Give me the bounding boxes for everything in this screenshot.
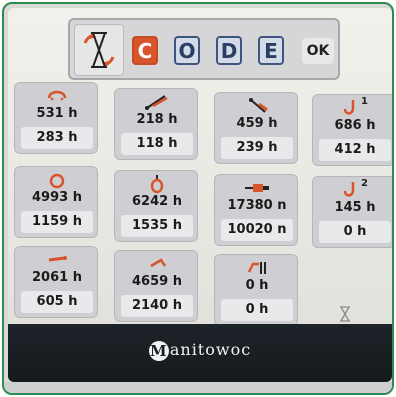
logo-mark: M bbox=[148, 340, 169, 361]
logo-text: anitowoc bbox=[169, 340, 252, 359]
total-hours: 218 h bbox=[136, 112, 178, 127]
auxiliary-hook-icon bbox=[343, 182, 355, 197]
reset-hours-button[interactable] bbox=[74, 24, 124, 76]
total-hours: 4659 h bbox=[132, 274, 182, 289]
partial-hours: 118 h bbox=[121, 133, 193, 155]
hoist-rope-icon bbox=[47, 90, 67, 101]
hydraulic-cylinder-icon bbox=[245, 184, 269, 192]
counter-tile[interactable]: 4659 h 2140 h bbox=[114, 250, 198, 322]
total-hours: 0 h bbox=[245, 278, 269, 293]
manitowoc-logo: Manitowoc bbox=[8, 340, 392, 361]
total-cycles: 17380 n bbox=[227, 198, 287, 213]
partial-hours: 1535 h bbox=[121, 215, 193, 237]
code-key-c[interactable]: C bbox=[132, 36, 158, 65]
outrigger-icon bbox=[48, 256, 67, 262]
ok-button[interactable]: OK bbox=[302, 38, 334, 64]
hourglass-icon bbox=[340, 306, 350, 322]
hourglass-reset-icon bbox=[83, 32, 115, 68]
boom-telescope-icon bbox=[145, 95, 168, 110]
counter-tile[interactable]: 218 h 118 h bbox=[114, 88, 198, 160]
total-hours: 459 h bbox=[236, 116, 278, 131]
counter-tile[interactable]: 2061 h 605 h bbox=[14, 246, 98, 318]
code-entry-bar: C O D E OK bbox=[68, 18, 340, 80]
counter-tile[interactable]: 531 h 283 h bbox=[14, 82, 98, 154]
swing-lock-icon bbox=[247, 262, 266, 274]
partial-hours: 2140 h bbox=[121, 295, 193, 317]
code-key-o[interactable]: O bbox=[174, 36, 200, 65]
total-hours: 145 h bbox=[334, 200, 376, 215]
device-bezel bbox=[4, 382, 392, 393]
counter-tile[interactable]: 2 145 h 0 h bbox=[312, 176, 392, 248]
total-hours: 6242 h bbox=[132, 194, 182, 209]
partial-cycles: 10020 n bbox=[221, 219, 293, 241]
partial-hours: 412 h bbox=[319, 139, 391, 161]
partial-hours: 0 h bbox=[319, 221, 391, 243]
device-frame: C O D E OK 531 h 283 h 218 h 118 h 459 h… bbox=[2, 2, 394, 395]
display-screen: C O D E OK 531 h 283 h 218 h 118 h 459 h… bbox=[8, 8, 392, 326]
slew-ring-icon bbox=[49, 173, 65, 189]
code-key-d[interactable]: D bbox=[216, 36, 242, 65]
brand-bar: Manitowoc bbox=[8, 324, 392, 382]
total-hours: 686 h bbox=[334, 118, 376, 133]
total-hours: 2061 h bbox=[32, 270, 82, 285]
counterweight-hook-icon bbox=[150, 175, 164, 194]
counter-tile[interactable]: 6242 h 1535 h bbox=[114, 170, 198, 242]
total-hours: 4993 h bbox=[32, 190, 82, 205]
boom-luff-icon bbox=[249, 98, 268, 113]
partial-hours: 239 h bbox=[221, 137, 293, 159]
main-hook-icon bbox=[343, 100, 355, 115]
counter-tile[interactable]: 1 686 h 412 h bbox=[312, 94, 392, 166]
code-key-e[interactable]: E bbox=[258, 36, 284, 65]
total-hours: 531 h bbox=[36, 106, 78, 121]
partial-hours: 1159 h bbox=[21, 211, 93, 233]
partial-hours: 605 h bbox=[21, 291, 93, 313]
jib-icon bbox=[150, 258, 167, 268]
counter-tile[interactable]: 4993 h 1159 h bbox=[14, 166, 98, 238]
counter-tile[interactable]: 17380 n 10020 n bbox=[214, 174, 298, 246]
hook-number: 2 bbox=[361, 178, 368, 189]
partial-hours: 0 h bbox=[221, 299, 293, 321]
partial-hours: 283 h bbox=[21, 127, 93, 149]
counter-tile[interactable]: 0 h 0 h bbox=[214, 254, 298, 326]
counter-tile[interactable]: 459 h 239 h bbox=[214, 92, 298, 164]
hook-number: 1 bbox=[361, 96, 368, 107]
